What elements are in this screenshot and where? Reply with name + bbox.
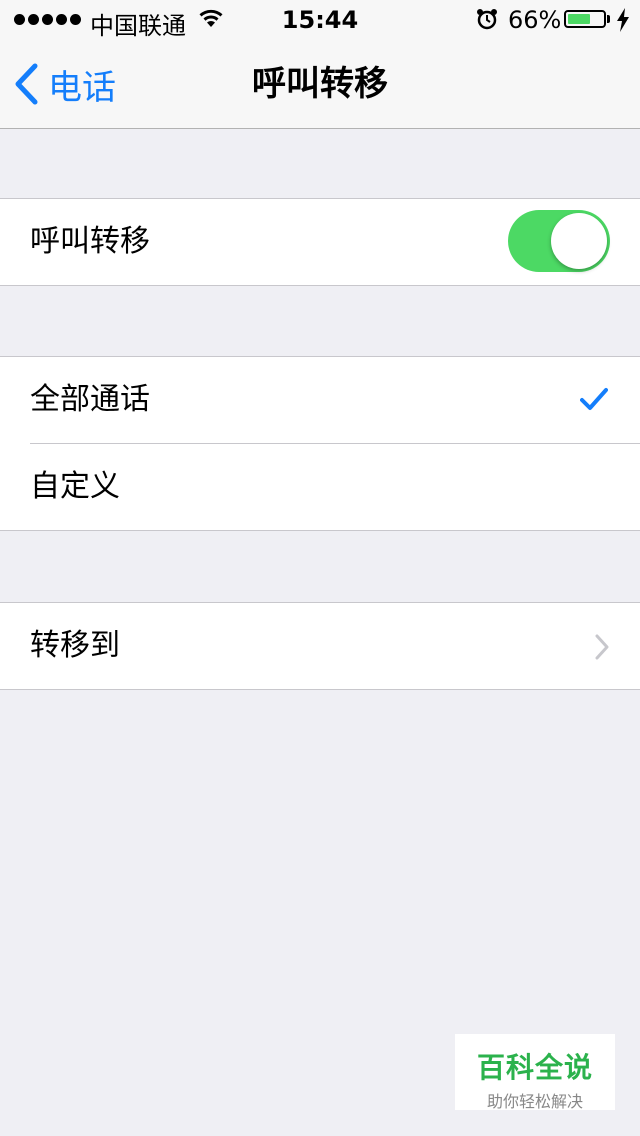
battery-icon [564, 10, 606, 28]
call-forwarding-toggle[interactable] [508, 210, 610, 272]
watermark-logo: 百科全说 助你轻松解决 [455, 1034, 615, 1111]
forward-to-cell[interactable]: 转移到 [0, 603, 640, 689]
option-all-calls-label: 全部通话 [30, 382, 150, 417]
forward-to-group: 转移到 [0, 602, 640, 690]
forwarding-mode-group: 全部通话 自定义 [0, 356, 640, 531]
toggle-knob [551, 213, 607, 269]
call-forwarding-label: 呼叫转移 [30, 224, 150, 259]
navigation-bar: 电话 呼叫转移 [0, 40, 640, 129]
watermark-title: 百科全说 [476, 1051, 593, 1084]
watermark-subtitle: 助你轻松解决 [486, 1092, 583, 1111]
battery-percent: 66% [508, 6, 562, 34]
option-custom-label: 自定义 [30, 469, 120, 504]
forward-to-label: 转移到 [30, 628, 120, 663]
battery-level [568, 14, 590, 24]
option-all-calls[interactable]: 全部通话 [0, 357, 640, 443]
chevron-right-icon [595, 634, 609, 660]
status-bar: 中国联通 15:44 66% [0, 0, 640, 40]
charging-bolt-icon [617, 8, 629, 32]
checkmark-icon [580, 388, 608, 410]
page-title: 呼叫转移 [252, 64, 388, 104]
call-forwarding-cell: 呼叫转移 [0, 199, 640, 285]
battery-tip [607, 15, 610, 23]
call-forwarding-group: 呼叫转移 [0, 198, 640, 286]
option-custom[interactable]: 自定义 [30, 443, 640, 530]
alarm-icon [477, 9, 497, 30]
